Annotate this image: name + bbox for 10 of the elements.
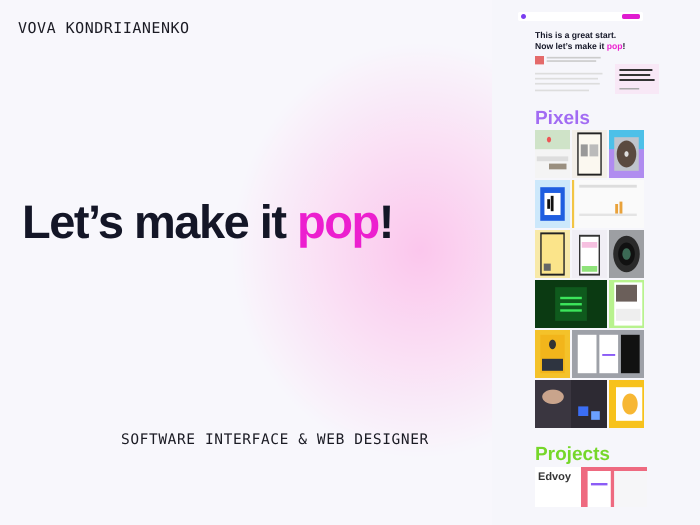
quote-card — [615, 64, 659, 94]
section-title: Projects — [535, 444, 610, 465]
logo-icon — [521, 14, 526, 19]
project-name: Edvoy — [537, 470, 572, 483]
preview-headline: This is a great start. Now let’s make it pop! — [535, 30, 626, 52]
headline: Let’s make it pop! — [22, 194, 393, 250]
author-name: VOVA KONDRIIANENKO — [18, 19, 190, 37]
subtitle: SOFTWARE INTERFACE & WEB DESIGNER — [121, 432, 429, 448]
section-title: Pixels — [535, 108, 590, 129]
project-card[interactable]: Edvoy — [535, 467, 647, 507]
